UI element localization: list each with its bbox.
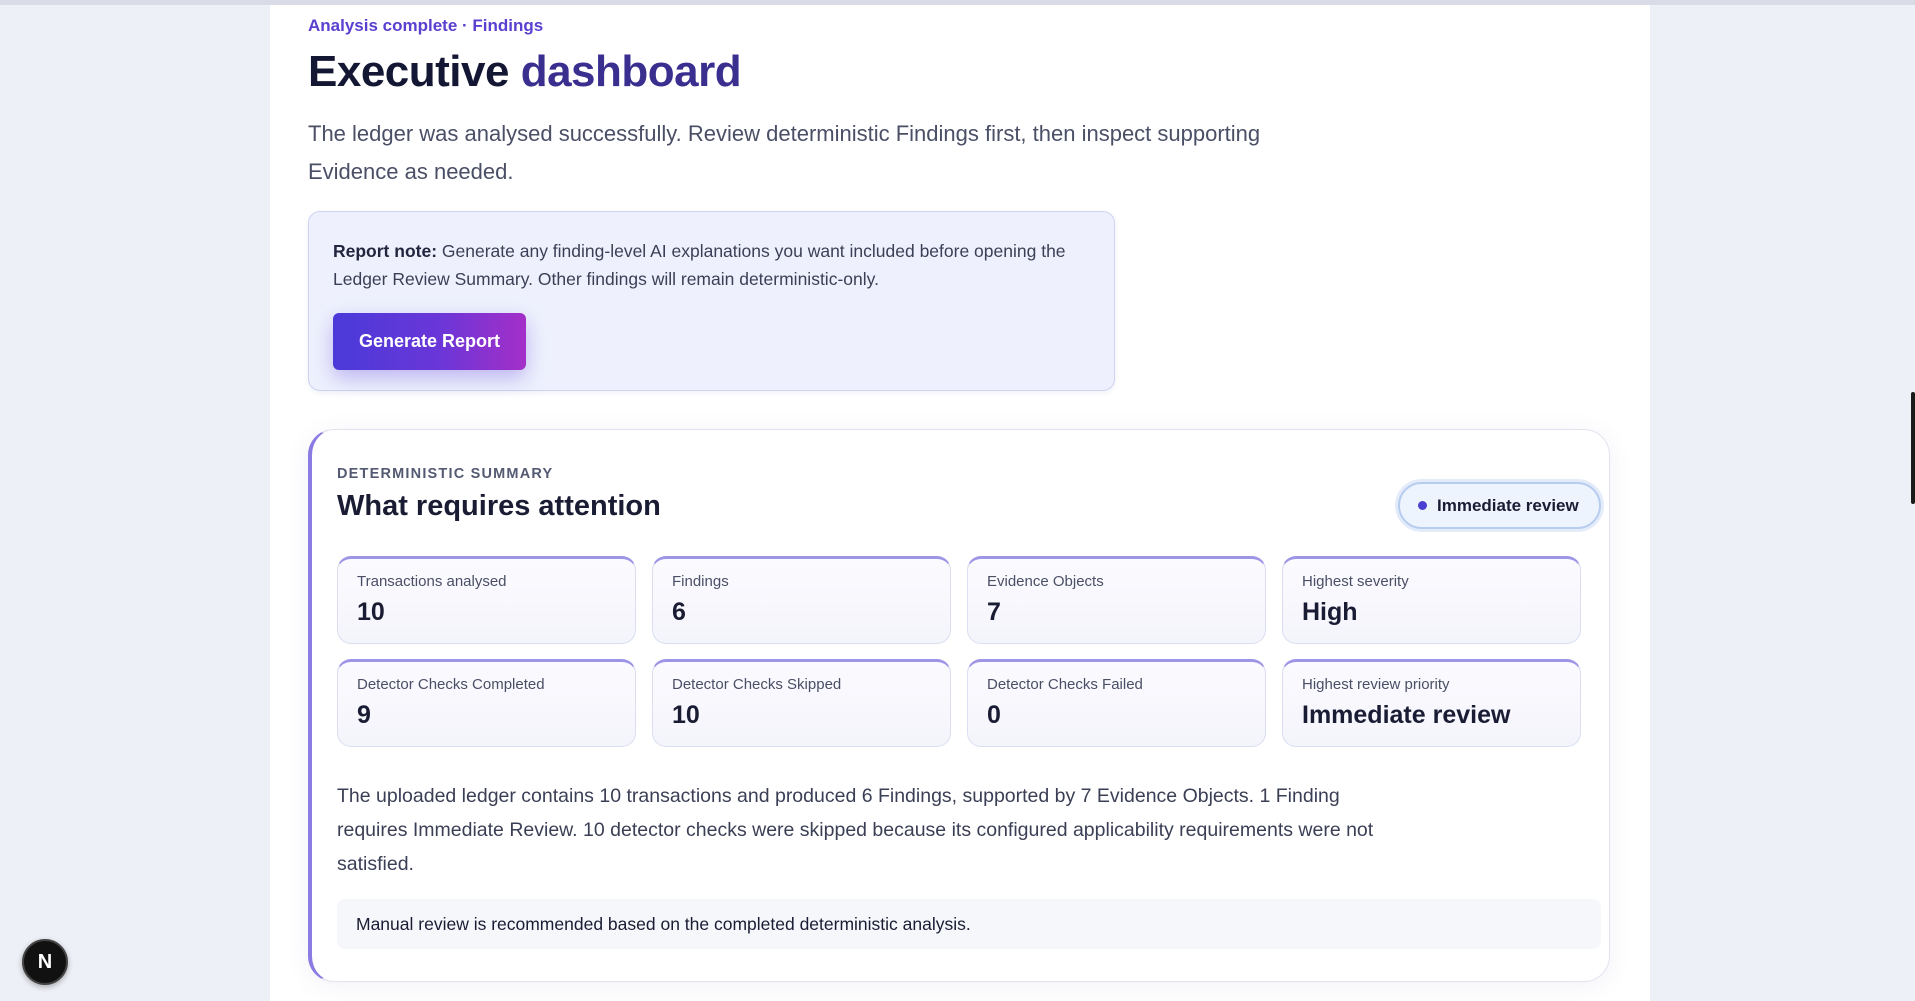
review-priority-badge-label: Immediate review: [1437, 495, 1579, 515]
page-lead: The ledger was analysed successfully. Re…: [308, 121, 1261, 184]
manual-review-callout: Manual review is recommended based on th…: [337, 899, 1601, 949]
summary-title: What requires attention: [337, 490, 661, 522]
stat-label: Detector Checks Failed: [987, 676, 1143, 693]
stat-card-highest-severity: Highest severity High: [1282, 556, 1581, 644]
report-note-panel: Report note: Generate any finding-level …: [308, 211, 1115, 391]
summary-narrative: The uploaded ledger contains 10 transact…: [337, 785, 1374, 875]
stat-value: 7: [987, 598, 1001, 626]
stat-value: 9: [357, 701, 371, 729]
scrollbar-thumb[interactable]: [1911, 392, 1915, 504]
stat-label: Highest review priority: [1302, 676, 1450, 693]
deterministic-summary-card: DETERMINISTIC SUMMARY What requires atte…: [308, 429, 1610, 982]
report-note-label: Report note:: [333, 241, 438, 261]
report-note-text: Report note: Generate any finding-level …: [333, 237, 1093, 293]
review-priority-badge: Immediate review: [1398, 482, 1601, 529]
stat-card-transactions: Transactions analysed 10: [337, 556, 636, 644]
page-title-part1: Executive: [308, 47, 509, 96]
report-note-body: Generate any finding-level AI explanatio…: [333, 241, 1066, 289]
stat-card-checks-failed: Detector Checks Failed 0: [967, 659, 1266, 747]
stat-label: Detector Checks Skipped: [672, 676, 842, 693]
status-dot-icon: [1418, 501, 1427, 510]
stat-card-checks-completed: Detector Checks Completed 9: [337, 659, 636, 747]
stat-value: 0: [987, 701, 1001, 729]
main-content: Analysis complete · Findings Executive d…: [270, 5, 1650, 1001]
stat-label: Highest severity: [1302, 573, 1409, 590]
nextjs-devtools-button[interactable]: N: [22, 939, 68, 985]
stat-value: 10: [357, 598, 385, 626]
stat-value: Immediate review: [1302, 701, 1511, 729]
page-title: Executive dashboard: [308, 47, 742, 97]
stat-label: Evidence Objects: [987, 573, 1104, 590]
stat-card-review-priority: Highest review priority Immediate review: [1282, 659, 1581, 747]
stats-grid: Transactions analysed 10 Findings 6 Evid…: [337, 556, 1601, 747]
breadcrumb: Analysis complete · Findings: [308, 16, 544, 35]
nextjs-logo-icon: N: [37, 950, 53, 973]
stat-value: 10: [672, 701, 700, 729]
stat-label: Transactions analysed: [357, 573, 507, 590]
summary-eyebrow: DETERMINISTIC SUMMARY: [337, 466, 554, 482]
page-title-part2: dashboard: [520, 47, 742, 96]
stat-label: Findings: [672, 573, 729, 590]
stat-card-evidence-objects: Evidence Objects 7: [967, 556, 1266, 644]
stat-value: High: [1302, 598, 1358, 626]
stat-label: Detector Checks Completed: [357, 676, 545, 693]
generate-report-button[interactable]: Generate Report: [333, 313, 526, 370]
stat-card-checks-skipped: Detector Checks Skipped 10: [652, 659, 951, 747]
stat-card-findings: Findings 6: [652, 556, 951, 644]
stat-value: 6: [672, 598, 686, 626]
